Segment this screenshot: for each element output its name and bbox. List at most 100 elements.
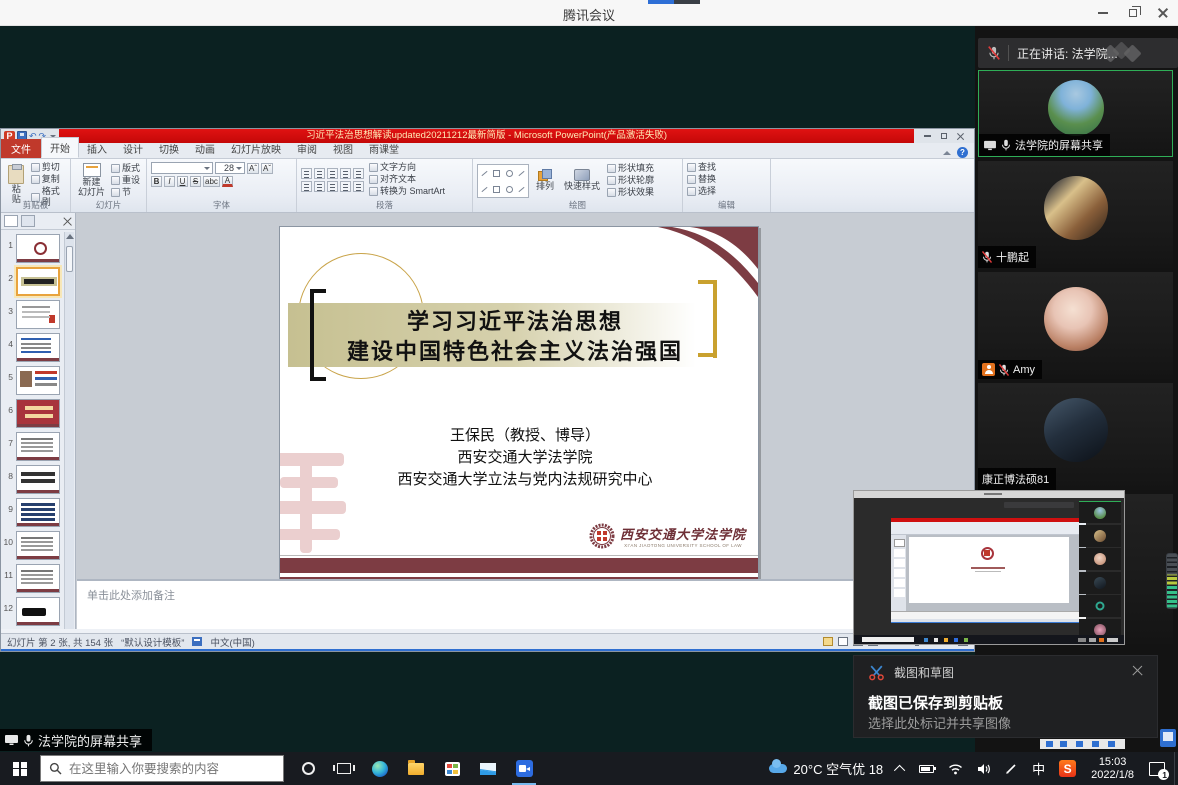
scroll-up-icon[interactable] (66, 234, 74, 239)
collapse-ribbon-icon[interactable] (943, 151, 951, 155)
columns-button[interactable] (353, 181, 364, 192)
italic-button[interactable]: I (164, 176, 175, 187)
font-family-combo[interactable] (151, 162, 213, 174)
shape-outline-button[interactable]: 形状轮廓 (607, 175, 654, 186)
tray-overflow-button[interactable] (890, 752, 912, 785)
tencent-meeting-button[interactable] (506, 752, 542, 785)
weather-widget[interactable]: 20°C 空气优 18 (762, 752, 890, 785)
close-button[interactable] (1148, 0, 1178, 26)
task-view-button[interactable] (326, 752, 362, 785)
pen-button[interactable] (998, 752, 1025, 785)
tab-transitions[interactable]: 切换 (151, 139, 187, 158)
align-center-button[interactable] (314, 181, 325, 192)
slides-pane-tab[interactable] (4, 215, 18, 227)
current-slide[interactable]: 学习习近平法治思想 建设中国特色社会主义法治强国 王保民（教授、博导） 西安交通… (279, 226, 759, 584)
slide-thumb-9[interactable]: 9 (1, 496, 64, 529)
slide-thumb-4[interactable]: 4 (1, 331, 64, 364)
slide-thumb-6[interactable]: 6 (1, 397, 64, 430)
sogou-button[interactable]: S (1052, 752, 1083, 785)
slide-thumb-3[interactable]: 3 (1, 298, 64, 331)
file-explorer-button[interactable] (398, 752, 434, 785)
ppt-minimize-button[interactable] (924, 135, 931, 137)
slide-thumb-5[interactable]: 5 (1, 364, 64, 397)
tab-design[interactable]: 设计 (115, 139, 151, 158)
section-button[interactable]: 节 (111, 187, 140, 198)
ime-indicator[interactable]: 中 (1025, 752, 1052, 785)
sorter-view-button[interactable] (838, 637, 848, 646)
replace-button[interactable]: 替换 (687, 174, 766, 185)
tab-home[interactable]: 开始 (41, 137, 79, 158)
spellcheck-icon[interactable] (192, 637, 202, 646)
justify-button[interactable] (340, 181, 351, 192)
align-text-button[interactable]: 对齐文本 (369, 174, 445, 185)
battery-button[interactable] (912, 752, 941, 785)
notification-subtitle[interactable]: 选择此处标记并共享图像 (868, 713, 1011, 732)
tab-insert[interactable]: 插入 (79, 139, 115, 158)
grow-font-button[interactable]: Aˆ (247, 163, 259, 174)
bold-button[interactable]: B (151, 176, 162, 187)
cortana-button[interactable] (290, 752, 326, 785)
tab-view[interactable]: 视图 (325, 139, 361, 158)
search-input[interactable] (69, 762, 275, 776)
restore-button[interactable] (1118, 0, 1148, 26)
find-button[interactable]: 查找 (687, 162, 766, 173)
docked-tab-indicator[interactable] (648, 0, 700, 4)
shrink-font-button[interactable]: Aˇ (261, 163, 273, 174)
taskbar-clock[interactable]: 15:03 2022/1/8 (1083, 756, 1142, 782)
snip-notification[interactable]: 截图和草图 截图已保存到剪贴板 选择此处标记并共享图像 (853, 655, 1158, 738)
strikethrough-button[interactable]: S (190, 176, 201, 187)
participant-tile[interactable]: 十鹏起 (978, 161, 1173, 268)
slide-thumb-12[interactable]: 12 (1, 595, 64, 628)
taskbar-search[interactable] (40, 755, 284, 782)
increase-indent-button[interactable] (340, 168, 351, 179)
wifi-button[interactable] (941, 752, 970, 785)
align-right-button[interactable] (327, 181, 338, 192)
slide-thumb-7[interactable]: 7 (1, 430, 64, 463)
mail-button[interactable] (470, 752, 506, 785)
font-color-button[interactable]: A (222, 176, 233, 187)
action-center-button[interactable]: 1 (1142, 752, 1172, 785)
slide-thumb-1[interactable]: 1 (1, 232, 64, 265)
tab-slideshow[interactable]: 幻灯片放映 (223, 139, 289, 158)
ppt-restore-button[interactable] (941, 133, 947, 139)
normal-view-button[interactable] (823, 637, 833, 646)
bullets-button[interactable] (301, 168, 312, 179)
ppt-close-button[interactable] (957, 133, 964, 140)
quick-styles-button[interactable]: 快速样式 (561, 162, 603, 198)
cut-button[interactable]: 剪切 (31, 162, 66, 173)
notes-pane[interactable]: 单击此处添加备注 (77, 579, 974, 629)
notification-close-icon[interactable] (1132, 665, 1143, 676)
font-size-combo[interactable]: 28 (215, 162, 245, 174)
smartart-button[interactable]: 转换为 SmartArt (369, 186, 445, 197)
reset-button[interactable]: 重设 (111, 175, 140, 186)
copy-button[interactable]: 复制 (31, 174, 66, 185)
close-pane-icon[interactable] (63, 217, 72, 226)
help-icon[interactable]: ? (957, 147, 968, 158)
participant-tile[interactable]: 康正博法硕81 (978, 383, 1173, 490)
minimize-button[interactable] (1088, 0, 1118, 26)
tab-review[interactable]: 审阅 (289, 139, 325, 158)
text-direction-button[interactable]: 文字方向 (369, 162, 445, 173)
language-label[interactable]: 中文(中国) (210, 635, 254, 649)
participant-tile-sharing[interactable]: 法学院的屏幕共享 (978, 70, 1173, 157)
store-button[interactable] (434, 752, 470, 785)
tab-rain-classroom[interactable]: 雨课堂 (361, 139, 407, 158)
slide-thumb-10[interactable]: 10 (1, 529, 64, 562)
select-button[interactable]: 选择 (687, 186, 766, 197)
shape-fill-button[interactable]: 形状填充 (607, 163, 654, 174)
slide-thumb-2-selected[interactable]: 2 (1, 265, 64, 298)
layout-button[interactable]: 版式 (111, 163, 140, 174)
shapes-gallery[interactable] (477, 164, 529, 198)
numbering-button[interactable] (314, 168, 325, 179)
slide-thumb-11[interactable]: 11 (1, 562, 64, 595)
arrange-button[interactable]: 排列 (533, 162, 557, 198)
start-button[interactable] (0, 752, 40, 785)
edge-button[interactable] (362, 752, 398, 785)
align-left-button[interactable] (301, 181, 312, 192)
scrollbar-thumb[interactable] (66, 246, 73, 272)
shape-effects-button[interactable]: 形状效果 (607, 187, 654, 198)
show-desktop-button[interactable] (1174, 752, 1178, 785)
slide-thumb-8[interactable]: 8 (1, 463, 64, 496)
pane-scrollbar[interactable] (64, 232, 74, 629)
volume-button[interactable] (970, 752, 998, 785)
